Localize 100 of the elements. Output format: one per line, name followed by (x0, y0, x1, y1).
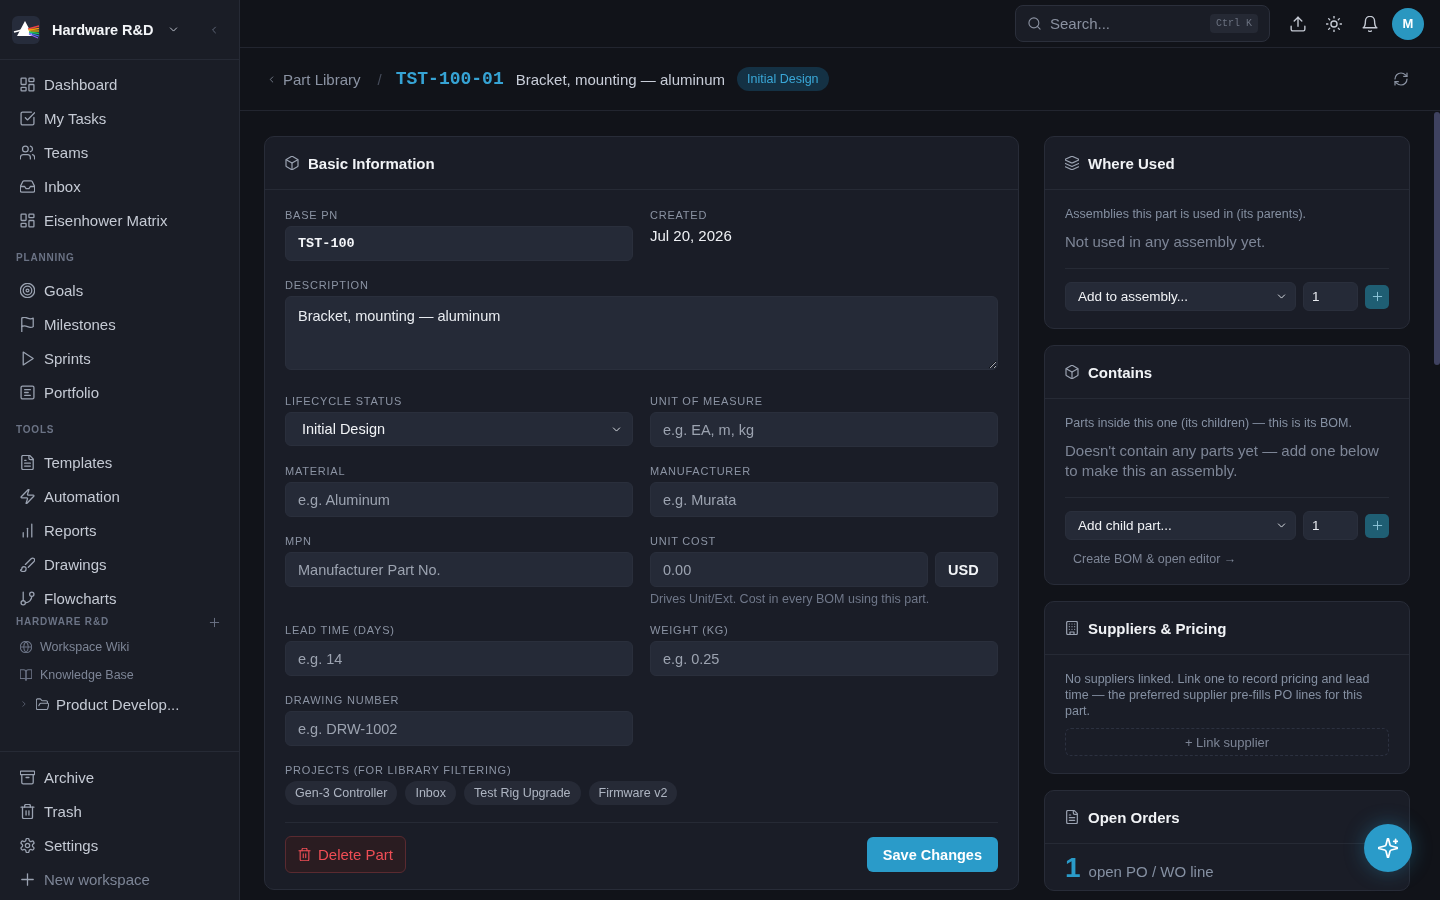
branch-icon (20, 590, 35, 606)
chevron-down-icon (1276, 291, 1287, 302)
add-button[interactable] (1365, 284, 1389, 309)
sparkle-icon (1378, 838, 1398, 858)
empty-message: Doesn't contain any parts yet — add one below to make this an assembly. (1065, 441, 1380, 481)
field-label: UNIT COST (650, 534, 717, 548)
sidebar-item[interactable]: Flowcharts (0, 581, 231, 615)
shortcut-hint: Ctrl K (1210, 14, 1258, 33)
plus-icon (1371, 520, 1383, 531)
section-title: HARDWARE R&D (15, 615, 109, 629)
delete-button[interactable]: Delete Part (285, 836, 407, 873)
project-tag[interactable]: Inbox (405, 781, 456, 805)
sidebar-item[interactable]: Templates (0, 445, 231, 479)
settings-icon (20, 837, 35, 853)
sidebar-item[interactable]: Archive (0, 760, 231, 794)
sidebar-item[interactable]: Automation (0, 479, 231, 513)
upload-icon[interactable] (1290, 15, 1306, 32)
project-tag[interactable]: Gen-3 Controller (285, 781, 398, 805)
archive-icon (20, 769, 35, 785)
list-square-icon (20, 384, 35, 400)
field-label: MATERIAL (285, 464, 347, 478)
target-icon (20, 282, 35, 298)
bell-icon[interactable] (1362, 15, 1378, 32)
sidebar-item[interactable]: Portfolio (0, 375, 231, 409)
brush-icon (20, 556, 35, 572)
back-link[interactable]: Part Library (267, 70, 361, 88)
add-button[interactable] (1365, 513, 1389, 538)
order-count: 1 (1065, 852, 1081, 884)
input-field[interactable]: TST-100 (285, 226, 633, 261)
input-field[interactable]: 0.00 (650, 552, 928, 587)
quantity-field[interactable]: 1 (1303, 511, 1358, 540)
create-bom-link[interactable]: Create BOM & open editor → (1073, 552, 1237, 566)
dropdown[interactable]: Add to assembly... (1065, 282, 1296, 311)
section-title: TOOLS (15, 423, 56, 437)
sidebar-item[interactable]: Settings (0, 828, 231, 862)
input-field[interactable]: e.g. Aluminum (285, 482, 633, 517)
sidebar-item[interactable]: My Tasks (0, 101, 231, 135)
card-title: Suppliers & Pricing (1088, 619, 1227, 637)
breadcrumb-separator: / (377, 70, 382, 88)
field-label: LIFECYCLE STATUS (285, 394, 404, 408)
new-workspace-button[interactable]: New workspace (0, 862, 231, 896)
field-label: CREATED (650, 208, 709, 222)
currency-dropdown[interactable]: USD (935, 552, 998, 587)
sidebar-item[interactable]: Eisenhower Matrix (0, 203, 231, 237)
sidebar-item[interactable]: Inbox (0, 169, 231, 203)
input-field[interactable]: e.g. EA, m, kg (650, 412, 998, 447)
textarea-field[interactable]: Bracket, mounting — aluminum (285, 296, 998, 370)
field-label: PROJECTS (FOR LIBRARY FILTERING) (285, 763, 513, 777)
card-title: Contains (1088, 363, 1153, 381)
input-field[interactable]: e.g. 14 (285, 641, 633, 676)
trash-icon (20, 803, 35, 819)
field-label: MANUFACTURER (650, 464, 752, 478)
cube-icon (1065, 365, 1079, 379)
sidebar-item[interactable]: Trash (0, 794, 231, 828)
card-title: Where Used (1088, 154, 1175, 172)
scrollbar-thumb[interactable] (1434, 112, 1440, 365)
sidebar-item[interactable]: Drawings (0, 547, 231, 581)
project-tag[interactable]: Firmware v2 (588, 781, 678, 805)
workspace-switcher[interactable]: Hardware R&D (52, 21, 179, 38)
sun-icon[interactable] (1326, 15, 1342, 32)
refresh-icon[interactable] (1394, 72, 1408, 86)
card-title: Basic Information (308, 154, 435, 172)
sidebar-item[interactable]: Teams (0, 135, 231, 169)
file-text-icon (20, 454, 35, 470)
sidebar-item[interactable]: Reports (0, 513, 231, 547)
field-label: BASE PN (285, 208, 340, 222)
play-icon (20, 350, 35, 366)
globe-icon (20, 641, 32, 653)
grid-icon (20, 212, 35, 228)
field-label: DRAWING NUMBER (285, 693, 401, 707)
plus-icon (20, 871, 35, 887)
chevron-down-icon (167, 24, 179, 35)
chevron-left-icon (267, 74, 276, 84)
plus-icon[interactable] (209, 616, 220, 628)
page-item[interactable]: Workspace Wiki (0, 633, 239, 661)
cube-icon (285, 156, 299, 170)
sidebar-item[interactable]: Goals (0, 273, 231, 307)
input-field[interactable]: e.g. 0.25 (650, 641, 998, 676)
users-icon (20, 144, 35, 160)
folder-item[interactable]: Product Develop... (0, 689, 239, 719)
layers-icon (1065, 156, 1079, 170)
book-icon (20, 669, 32, 681)
sidebar-item[interactable]: Dashboard (0, 67, 231, 101)
sidebar-item[interactable]: Milestones (0, 307, 231, 341)
page-item[interactable]: Knowledge Base (0, 661, 239, 689)
plus-icon (1371, 291, 1383, 302)
order-count-label: open PO / WO line (1088, 863, 1214, 880)
quantity-field[interactable]: 1 (1303, 282, 1358, 311)
building-icon (1065, 621, 1079, 635)
lightning-icon (20, 488, 35, 504)
dropdown[interactable]: Initial Design (285, 412, 633, 446)
input-field[interactable]: e.g. Murata (650, 482, 998, 517)
input-field[interactable]: Manufacturer Part No. (285, 552, 633, 587)
dropdown[interactable]: Add child part... (1065, 511, 1296, 540)
sidebar-item[interactable]: Sprints (0, 341, 231, 375)
project-tag[interactable]: Test Rig Upgrade (464, 781, 581, 805)
input-field[interactable]: e.g. DRW-1002 (285, 711, 633, 746)
trash-icon (298, 848, 311, 861)
link-supplier-button[interactable]: + Link supplier (1065, 728, 1389, 756)
card-title: Open Orders (1088, 808, 1180, 826)
